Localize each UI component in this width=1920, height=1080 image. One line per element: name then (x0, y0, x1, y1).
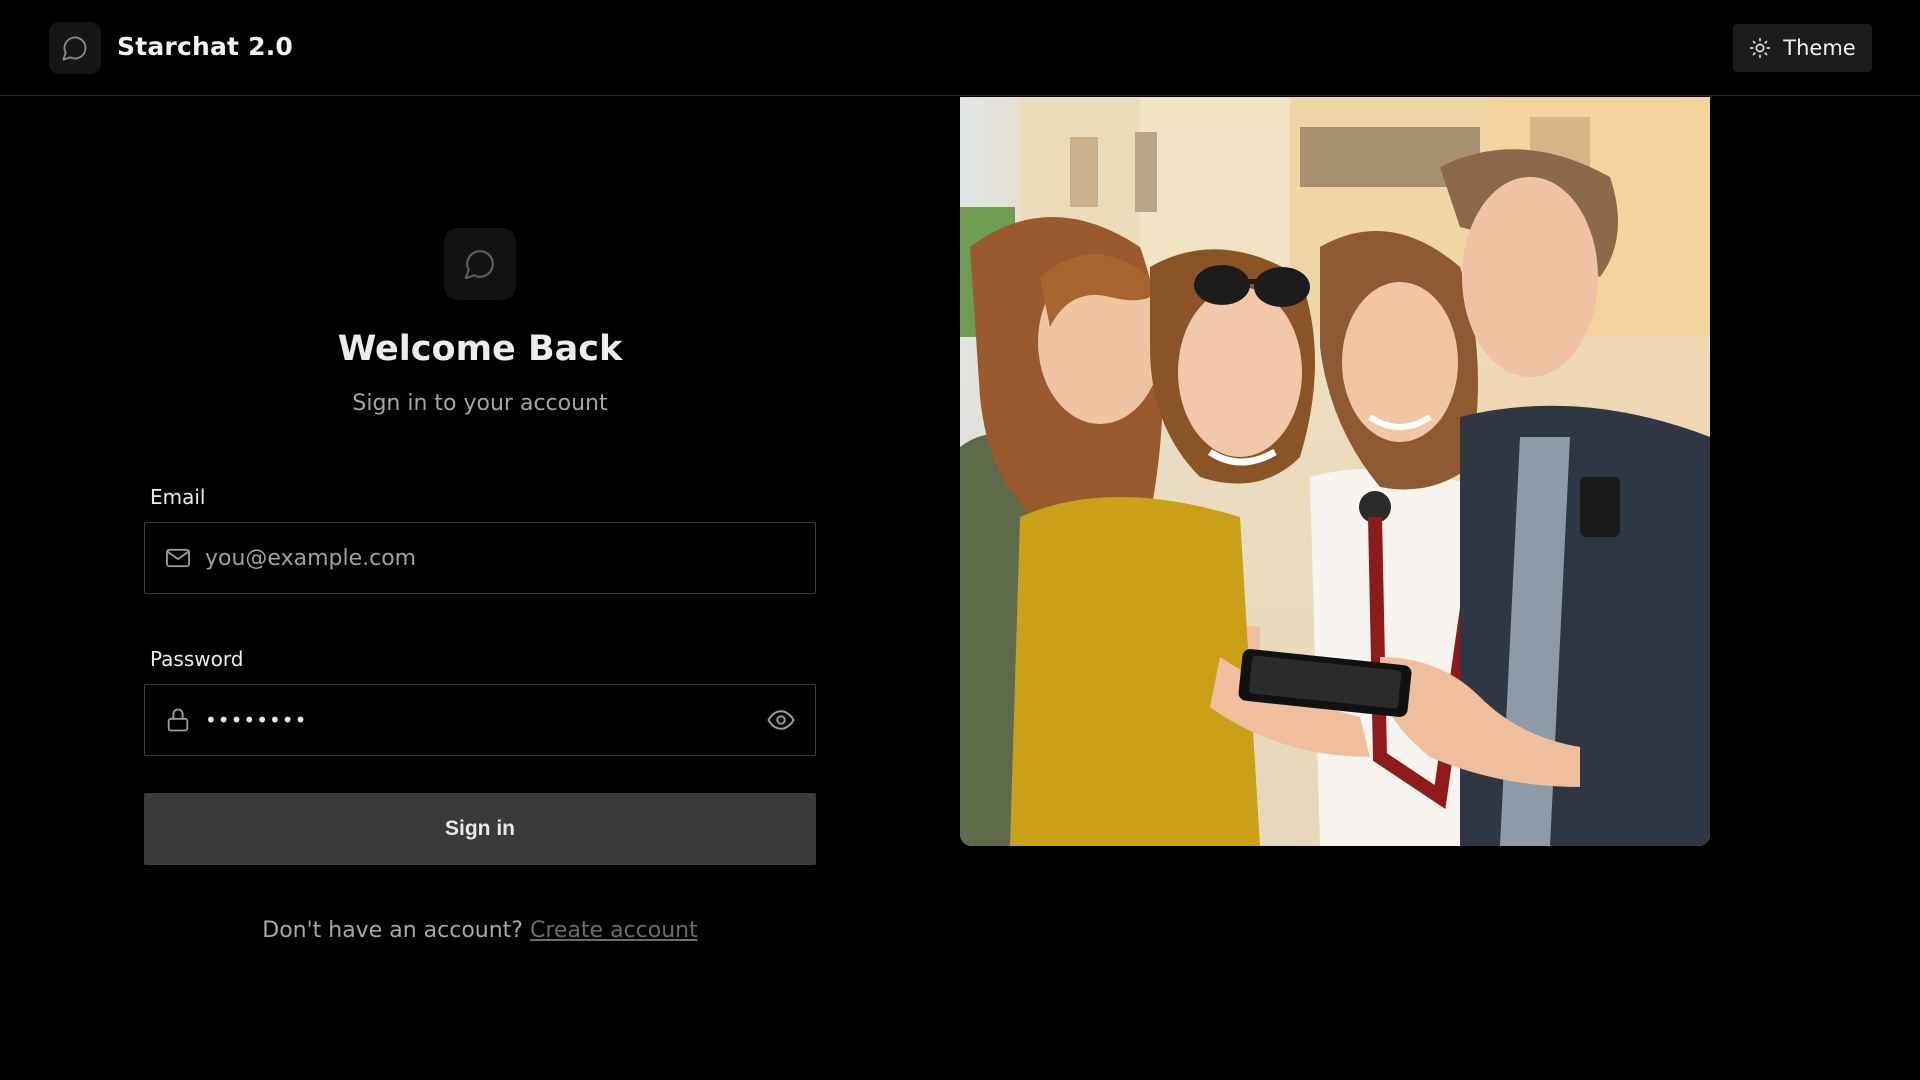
password-label: Password (150, 647, 244, 671)
brand-logo[interactable] (49, 22, 101, 74)
brand-name: Starchat 2.0 (117, 32, 293, 61)
form-logo (444, 228, 516, 300)
create-account-link[interactable]: Create account (530, 918, 698, 943)
chat-bubble-icon (464, 250, 494, 280)
signup-row: Don't have an account? Create account (144, 918, 816, 943)
top-header: Starchat 2.0 Theme (0, 0, 1920, 96)
sign-in-button[interactable]: Sign in (144, 793, 816, 865)
email-field-container (144, 522, 816, 594)
email-input[interactable] (205, 523, 815, 593)
mail-icon (163, 543, 193, 573)
eye-icon (767, 710, 795, 730)
password-field-container (144, 684, 816, 756)
toggle-password-visibility[interactable] (763, 702, 799, 738)
email-label: Email (150, 485, 206, 509)
password-input[interactable] (205, 685, 763, 755)
signup-prompt: Don't have an account? (262, 918, 523, 943)
hero-image (960, 97, 1710, 846)
sign-in-label: Sign in (445, 817, 515, 840)
page-subtitle: Sign in to your account (352, 391, 608, 416)
theme-toggle-button[interactable]: Theme (1733, 24, 1872, 72)
chat-bubble-icon (62, 36, 87, 61)
page-title: Welcome Back (337, 329, 623, 369)
theme-label: Theme (1783, 36, 1856, 60)
sun-icon (1750, 38, 1771, 58)
lock-icon (163, 705, 193, 735)
